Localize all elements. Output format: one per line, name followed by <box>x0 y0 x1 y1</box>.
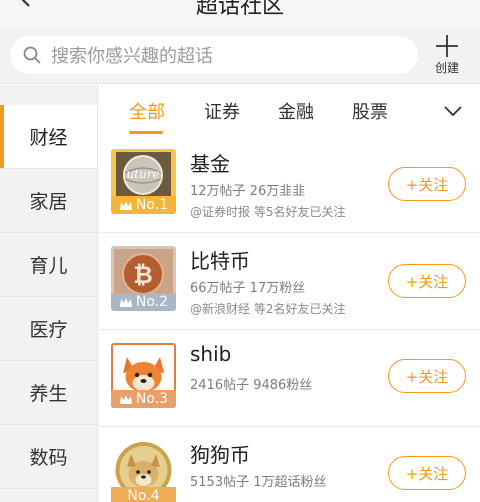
follow-button[interactable]: +关注 <box>388 167 466 201</box>
topic-stats: 5153帖子 1万超话粉丝 <box>190 475 327 490</box>
topic-name: shib <box>190 342 232 366</box>
topic-name: 狗狗币 <box>190 443 250 467</box>
tab-banking[interactable]: 金融 <box>278 98 314 124</box>
sidebar-item-parenting[interactable]: 育儿 <box>0 233 97 297</box>
topic-list: uture No.1 基金 12万帖子 26万韭韭 @证券时报 等5名好友已关注… <box>99 137 480 502</box>
rank-badge: No.2 <box>111 293 176 311</box>
topic-row[interactable]: No.3 shib 2416帖子 9486粉丝 +关注 <box>99 331 480 427</box>
sidebar-item-label: 医疗 <box>29 319 68 341</box>
sidebar-item-medical[interactable]: 医疗 <box>0 297 97 361</box>
rank-badge: No.1 <box>111 196 176 214</box>
topic-avatar: No.4 <box>111 440 176 502</box>
topic-stats: 66万帖子 17万粉丝 <box>190 281 306 296</box>
topic-row[interactable]: uture No.1 基金 12万帖子 26万韭韭 @证券时报 等5名好友已关注… <box>99 137 480 233</box>
follow-button[interactable]: +关注 <box>388 359 466 393</box>
topic-name: 比特币 <box>190 249 250 273</box>
sub-tabs: 全部 证券 金融 股票 <box>99 85 480 135</box>
category-sidebar: 财经 家居 育儿 医疗 养生 数码 <box>0 85 98 502</box>
top-nav-bar: 超话社区 <box>0 0 480 26</box>
sidebar-item-label: 养生 <box>29 383 68 405</box>
active-tab-indicator <box>129 131 163 134</box>
topic-friends: @证券时报 等5名好友已关注 <box>190 205 346 219</box>
crown-icon <box>119 394 132 404</box>
page-title: 超话社区 <box>195 0 284 19</box>
topic-stats: 2416帖子 9486粉丝 <box>190 378 313 393</box>
rank-badge: No.4 <box>111 487 176 502</box>
topic-friends: @新浪财经 等2名好友已关注 <box>190 302 346 316</box>
follow-button[interactable]: +关注 <box>388 264 466 298</box>
tab-securities[interactable]: 证券 <box>204 98 240 124</box>
more-icon[interactable] <box>438 0 462 4</box>
rank-badge: No.3 <box>111 390 176 408</box>
create-label: 创建 <box>434 61 459 75</box>
tab-stocks[interactable]: 股票 <box>352 98 388 124</box>
search-icon <box>23 46 41 64</box>
sidebar-item-label: 数码 <box>29 447 68 469</box>
svg-text:₿: ₿ <box>133 261 153 289</box>
tab-all[interactable]: 全部 <box>129 98 165 124</box>
topic-stats: 12万帖子 26万韭韭 <box>190 184 306 199</box>
topic-avatar: ₿ No.2 <box>111 246 176 311</box>
topic-row[interactable]: No.4 狗狗币 5153帖子 1万超话粉丝 +关注 <box>99 428 480 502</box>
follow-button[interactable]: +关注 <box>388 456 466 490</box>
sidebar-item-finance[interactable]: 财经 <box>0 105 97 169</box>
sidebar-item-health[interactable]: 养生 <box>0 361 97 425</box>
search-bar-row: 搜索你感兴趣的超话 创建 <box>0 26 480 84</box>
create-button[interactable]: 创建 <box>426 32 468 78</box>
sidebar-item-label: 家居 <box>29 191 68 213</box>
sidebar-item-home[interactable]: 家居 <box>0 169 97 233</box>
sidebar-item-digital[interactable]: 数码 <box>0 425 97 489</box>
topic-name: 基金 <box>190 152 230 176</box>
search-input[interactable]: 搜索你感兴趣的超话 <box>10 36 418 74</box>
chevron-down-icon[interactable] <box>443 105 463 117</box>
sidebar-item-label: 育儿 <box>29 255 68 277</box>
topic-avatar: No.3 <box>111 343 176 408</box>
svg-text:uture: uture <box>126 167 159 181</box>
plus-icon <box>436 35 458 57</box>
sidebar-item-label: 财经 <box>29 127 68 149</box>
topic-avatar: uture No.1 <box>111 149 176 214</box>
crown-icon <box>119 200 132 210</box>
topic-row[interactable]: ₿ No.2 比特币 66万帖子 17万粉丝 @新浪财经 等2名好友已关注 +关… <box>99 234 480 330</box>
crown-icon <box>119 297 132 307</box>
search-placeholder: 搜索你感兴趣的超话 <box>51 46 213 67</box>
